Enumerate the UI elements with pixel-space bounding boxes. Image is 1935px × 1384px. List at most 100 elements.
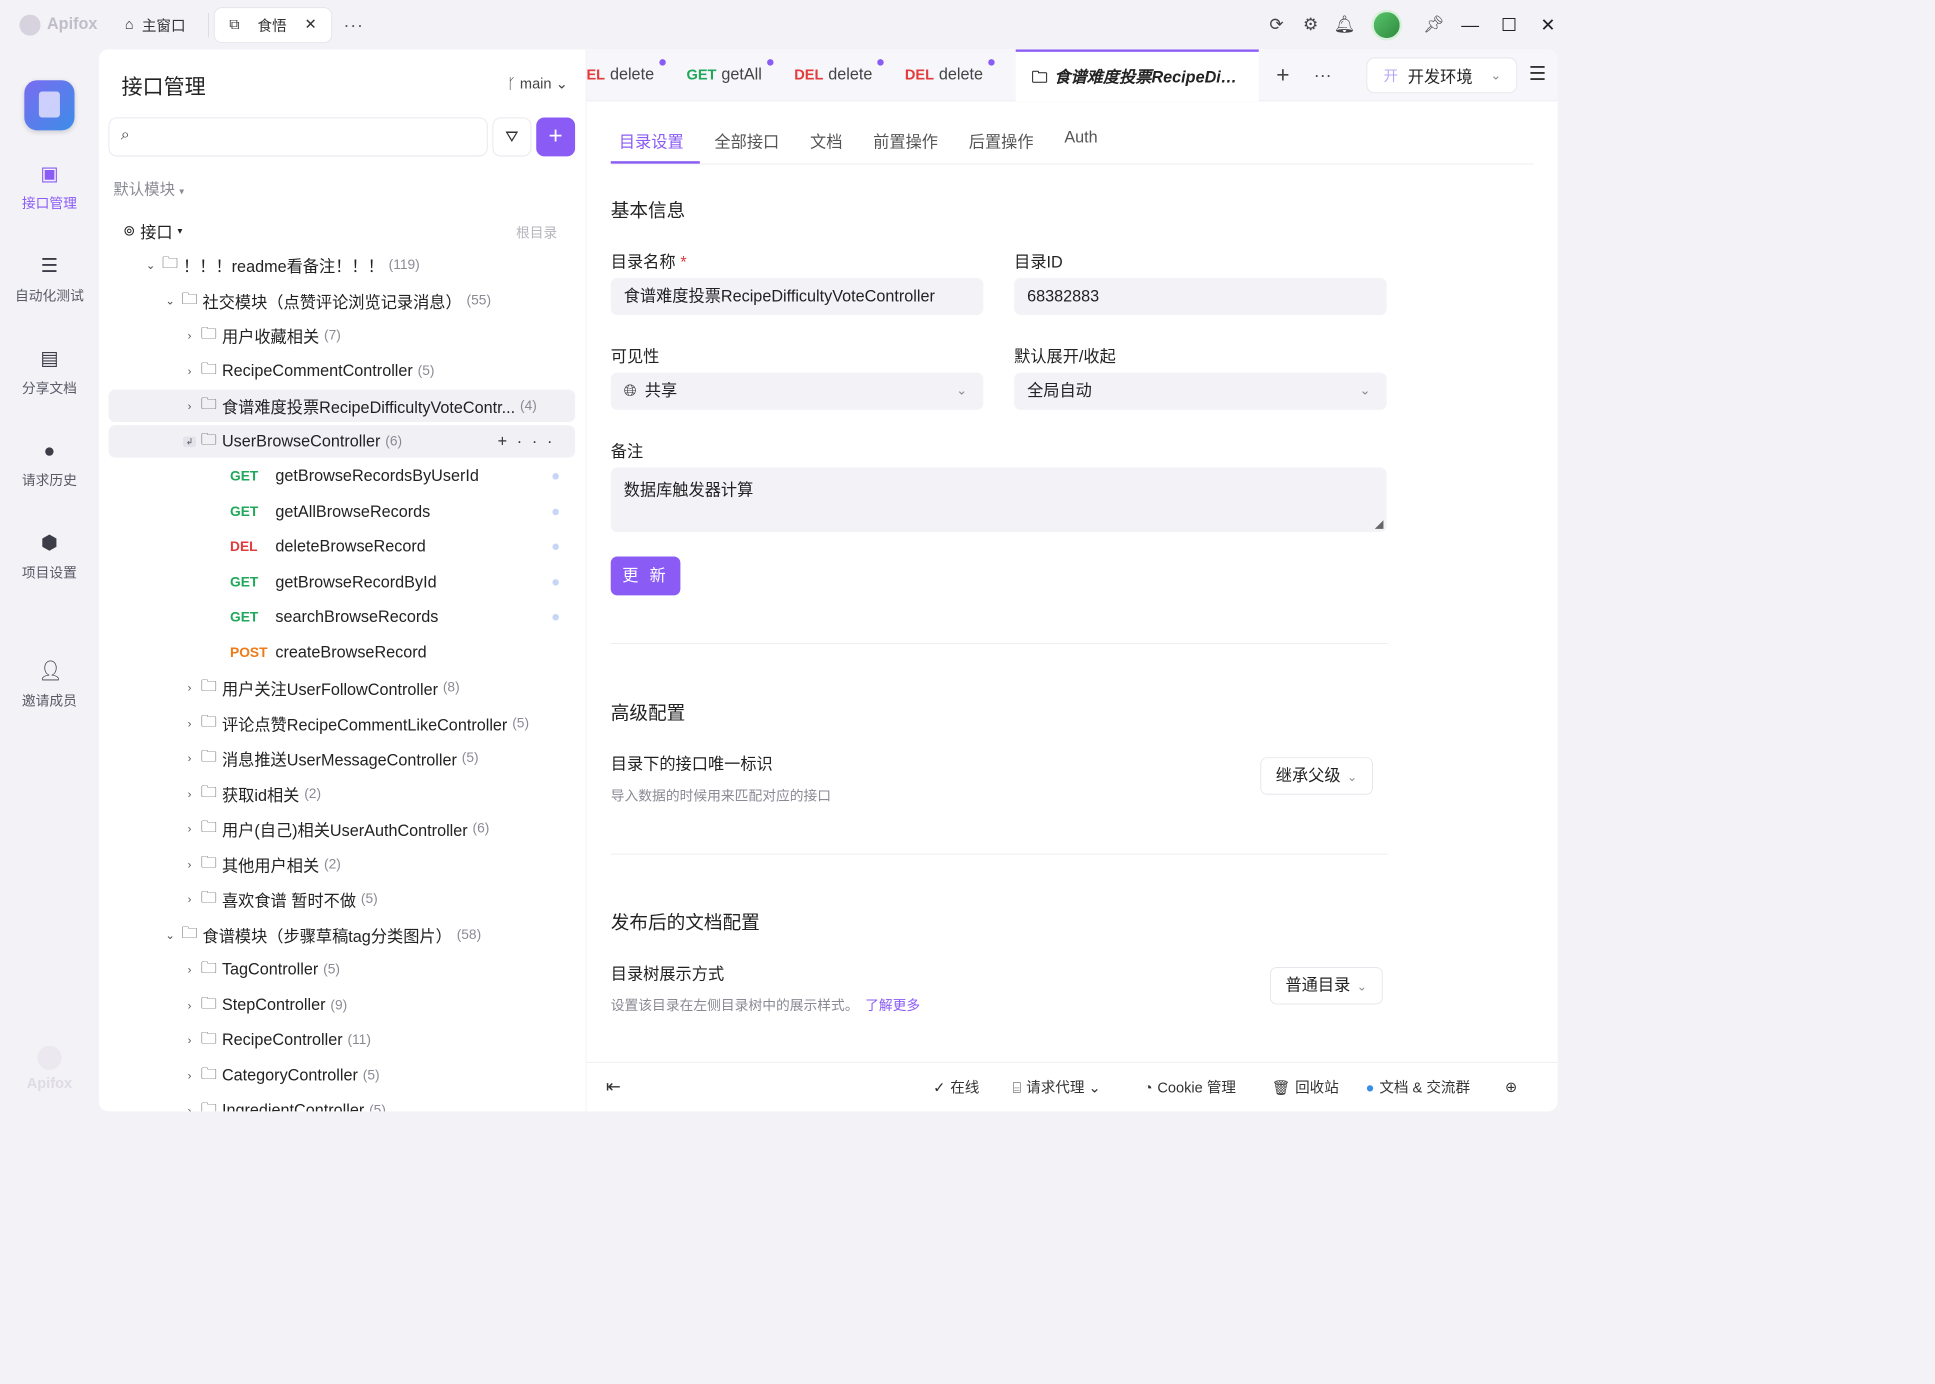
minimize-button[interactable]: — [1451, 14, 1490, 35]
upgrade-icon[interactable]: ⊕ [1505, 1079, 1517, 1096]
tree-folder[interactable]: ⌄ 🗀 社交模块（点赞评论浏览记录消息） (55) [109, 284, 576, 316]
resize-handle-icon[interactable]: ◢ [1375, 517, 1384, 531]
sidebar-item-api[interactable]: ▣ 接口管理 [0, 163, 99, 212]
proxy-menu[interactable]: ⌸ 请求代理 ⌄ [1013, 1076, 1101, 1097]
tree-folder[interactable]: › 🗀 RecipeController (11) [109, 1024, 576, 1056]
request-tab[interactable]: EL delete [586, 59, 676, 85]
request-tab-label: getAll [721, 65, 762, 84]
tree-folder-hover[interactable]: ↲ 🗀 UserBrowseController (6) +··· [108, 425, 576, 458]
folder-icon: 🗀 [200, 959, 218, 977]
tree-folder[interactable]: › 🗀 TagController (5) [109, 953, 576, 985]
tree-folder[interactable]: › 🗀 RecipeCommentController (5) [109, 355, 576, 387]
tab-docs[interactable]: 文档 [802, 114, 859, 163]
tree-endpoint[interactable]: POST createBrowseRecord [109, 637, 576, 669]
tree-folder[interactable]: › 🗀 用户关注UserFollowController (8) [109, 671, 576, 703]
row-actions[interactable]: +··· [498, 432, 563, 451]
module-selector[interactable]: 默认模块 ▾ [113, 177, 184, 199]
tree-folder[interactable]: › 🗀 CategoryController (5) [109, 1059, 576, 1091]
method-badge: GET [230, 574, 259, 590]
tab-all-apis[interactable]: 全部接口 [706, 114, 795, 163]
tree-mode-select[interactable]: 普通目录 ⌄ [1270, 967, 1383, 1005]
filter-button[interactable]: ⛛ [492, 117, 532, 157]
project-logo[interactable] [24, 80, 75, 131]
tree-folder[interactable]: › 🗀 其他用户相关 (2) [109, 848, 576, 880]
tree-endpoint[interactable]: GET getBrowseRecordsByUserId [109, 460, 576, 492]
tree-folder[interactable]: › 🗀 用户收藏相关 (7) [109, 319, 576, 351]
tab-auth[interactable]: Auth [1056, 114, 1114, 163]
request-tab[interactable]: DEL delete [794, 59, 895, 85]
tab-post-actions[interactable]: 后置操作 [961, 114, 1050, 163]
sidebar-item-automation[interactable]: ☰ 自动化测试 [0, 255, 99, 304]
method-badge: GET [686, 66, 717, 83]
sidebar-item-settings[interactable]: ⬢ 项目设置 [0, 532, 99, 581]
refresh-icon[interactable]: ⟳ [1260, 15, 1294, 35]
bell-icon[interactable]: 🔔︎ [1328, 15, 1362, 34]
gear-icon[interactable]: ⚙ [1294, 15, 1328, 35]
tree-endpoint[interactable]: DEL deleteBrowseRecord [109, 531, 576, 563]
cookie-manager[interactable]: ◔ Cookie 管理 [1144, 1076, 1236, 1097]
tree-folder[interactable]: › 🗀 用户(自己)相关UserAuthController (6) [109, 812, 576, 844]
visibility-select[interactable]: 🌐︎ 共享 ⌄ [610, 372, 984, 410]
search-input[interactable]: ⌕ [108, 117, 488, 157]
new-tab-button[interactable]: + [1276, 62, 1289, 88]
apifox-logo-icon [37, 1045, 62, 1071]
search-icon: ⌕ [120, 125, 130, 144]
request-tab[interactable]: GET getAll [686, 59, 784, 85]
trash-button[interactable]: 🗑︎ 回收站 [1272, 1076, 1339, 1097]
unique-id-select[interactable]: 继承父级 ⌄ [1260, 757, 1373, 795]
hamburger-menu-icon[interactable]: ☰ [1529, 62, 1546, 85]
tree-folder-selected[interactable]: › 🗀 食谱难度投票RecipeDifficultyVoteContr... (4) [108, 389, 576, 423]
unsaved-dot [877, 59, 884, 66]
avatar[interactable] [1371, 9, 1403, 41]
tree-folder[interactable]: › 🗀 喜欢食谱 暂时不做 (5) [109, 883, 576, 915]
online-status[interactable]: ✓ 在线 [933, 1076, 979, 1097]
learn-more-link[interactable]: 了解更多 [865, 998, 920, 1013]
expand-select[interactable]: 全局自动 ⌄ [1014, 372, 1387, 410]
drag-handle-icon[interactable]: ↲ [183, 436, 197, 447]
plus-icon[interactable]: + [498, 432, 517, 450]
sidebar-item-history[interactable]: ● 请求历史 [0, 440, 99, 489]
request-tab-active[interactable]: 🗀 食谱难度投票RecipeDif... [1015, 49, 1259, 101]
more-icon[interactable]: ··· [517, 432, 562, 450]
sidebar-item-invite[interactable]: 👤︎ 邀请成员 [0, 660, 99, 709]
update-button[interactable]: 更 新 [610, 556, 681, 596]
tree-folder[interactable]: › 🗀 StepController (9) [109, 989, 576, 1021]
docs-community[interactable]: ● 文档 & 交流群 [1366, 1076, 1470, 1097]
request-tabs: EL delete GET getAll DEL delete DEL delete 🗀… [586, 49, 1558, 102]
close-icon[interactable]: ✕ [305, 16, 317, 33]
tree-root[interactable]: ⊚ 接口 ▾ 根目录 [109, 215, 576, 247]
tab-directory-settings[interactable]: 目录设置 [610, 114, 700, 164]
dir-name-input[interactable]: 食谱难度投票RecipeDifficultyVoteController [610, 277, 984, 316]
add-button[interactable]: + [536, 117, 576, 157]
method-badge: GET [230, 609, 259, 625]
docs-label: 文档 & 交流群 [1379, 1079, 1471, 1096]
chevron-down-icon: ⌄ [1347, 770, 1358, 785]
tree-folder[interactable]: › 🗀 评论点赞RecipeCommentLikeController (5) [109, 707, 576, 739]
window-close-button[interactable]: ✕ [1528, 14, 1567, 35]
tree-folder[interactable]: › 🗀 获取id相关 (2) [109, 778, 576, 810]
tree-folder[interactable]: › 🗀 消息推送UserMessageController (5) [109, 742, 576, 774]
branch-selector[interactable]: ᚴ main ⌄ [507, 75, 568, 92]
tab-home[interactable]: ⌂ 主窗口 [110, 7, 200, 43]
method-badge: DEL [230, 538, 258, 555]
tab-project-label: 食悟 [257, 17, 287, 34]
tab-pre-actions[interactable]: 前置操作 [865, 114, 954, 163]
tree-endpoint[interactable]: GET getAllBrowseRecords [109, 496, 576, 528]
unsaved-dot [987, 59, 995, 66]
pin-icon[interactable]: 📌︎ [1417, 15, 1451, 34]
tree-folder[interactable]: ⌄ 🗀 ！！！readme看备注！！！ (119) [109, 249, 576, 281]
note-textarea[interactable]: 数据库触发器计算 ◢ [610, 467, 1387, 533]
tab-project[interactable]: ⧉ 食悟 ✕ [213, 6, 333, 43]
more-tabs-button[interactable]: ··· [343, 14, 363, 35]
tree-endpoint[interactable]: GET getBrowseRecordById [109, 566, 576, 598]
check-circle-icon: ✓ [933, 1079, 946, 1096]
collapse-sidebar-icon[interactable]: ⇤ [606, 1076, 621, 1097]
request-tab[interactable]: DEL delete [905, 59, 1006, 85]
sidebar-item-share[interactable]: ▤ 分享文档 [0, 347, 99, 396]
environment-selector[interactable]: 开 开发环境 ⌄ [1366, 57, 1518, 94]
tree-folder[interactable]: ⌄ 🗀 食谱模块（步骤草稿tag分类图片） (58) [109, 919, 576, 951]
tree-folder[interactable]: › 🗀 IngredientController (5) [109, 1094, 576, 1111]
tabs-more-button[interactable]: ··· [1314, 64, 1332, 85]
tree-endpoint[interactable]: GET searchBrowseRecords [109, 601, 576, 633]
maximize-button[interactable]: ☐ [1490, 14, 1529, 35]
